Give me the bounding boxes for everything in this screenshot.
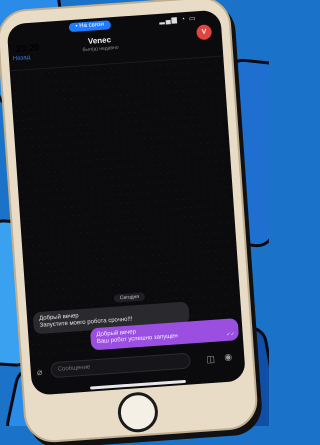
back-button[interactable]: Назад xyxy=(13,55,31,62)
phone: • На связи ▂▄▆ ◔ ▭ Назад Venec был(а) не… xyxy=(0,0,284,445)
chat-area: Сегодня Добрый вечер Запустите моего роб… xyxy=(9,56,244,356)
microphone-icon[interactable]: ◉ xyxy=(224,352,233,364)
sticker-icon[interactable]: ◫ xyxy=(206,354,215,366)
home-button[interactable] xyxy=(116,390,160,434)
home-indicator xyxy=(89,379,186,390)
chat-title[interactable]: Venec xyxy=(88,35,112,46)
avatar[interactable]: V xyxy=(196,24,213,41)
read-checks-icon: ✓✓ xyxy=(226,331,235,338)
status-time: 23:20 xyxy=(15,42,40,54)
signal-wifi-battery-icon: ▂▄▆ ◔ ▭ xyxy=(158,15,197,25)
phone-screen: • На связи ▂▄▆ ◔ ▭ Назад Venec был(а) не… xyxy=(6,9,246,396)
message-text: Добрый вечер Ваш робот успешно запущен xyxy=(96,329,178,345)
call-status-pill[interactable]: • На связи xyxy=(68,20,112,33)
phone-frame: • На связи ▂▄▆ ◔ ▭ Назад Venec был(а) не… xyxy=(0,0,260,445)
message-input[interactable] xyxy=(50,352,191,379)
paperclip-icon[interactable]: ⌀ xyxy=(37,367,48,377)
chat-subtitle: был(а) недавно xyxy=(82,44,119,54)
